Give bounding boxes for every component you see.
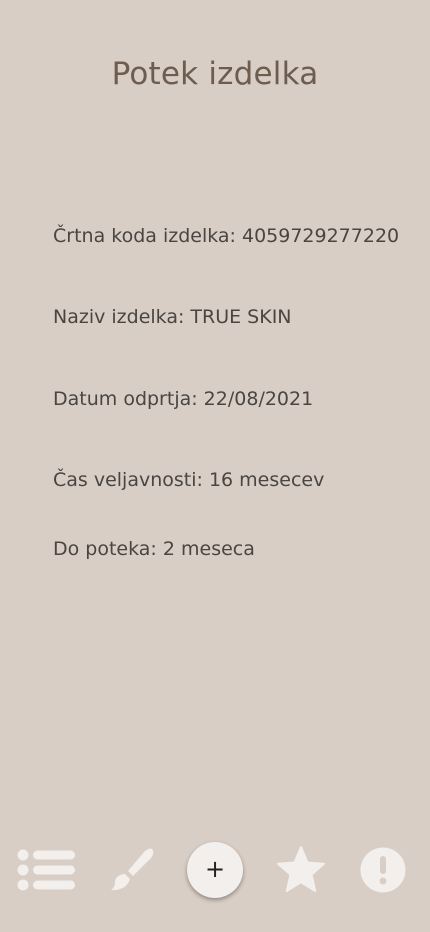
bottom-navigation: + bbox=[0, 838, 430, 902]
expires-in-text: Do poteka: 2 meseca bbox=[53, 538, 255, 560]
plus-icon: + bbox=[204, 855, 226, 883]
shelf-life-text: Čas veljavnosti: 16 mesecev bbox=[53, 469, 325, 491]
paintbrush-icon bbox=[111, 848, 154, 891]
star-icon bbox=[277, 846, 325, 892]
page-title: Potek izdelka bbox=[111, 56, 319, 92]
product-name-text: Naziv izdelka: TRUE SKIN bbox=[53, 306, 292, 328]
nav-list-button[interactable] bbox=[16, 838, 76, 902]
nav-brush-button[interactable] bbox=[104, 838, 158, 902]
nav-favorites-button[interactable] bbox=[274, 838, 328, 902]
barcode-text: Črtna koda izdelka: 4059729277220 bbox=[53, 225, 400, 247]
nav-alerts-button[interactable] bbox=[356, 838, 410, 902]
list-icon bbox=[17, 849, 75, 891]
add-button[interactable]: + bbox=[187, 842, 243, 898]
exclamation-icon bbox=[360, 847, 406, 893]
opened-date-text: Datum odprtja: 22/08/2021 bbox=[53, 388, 314, 410]
